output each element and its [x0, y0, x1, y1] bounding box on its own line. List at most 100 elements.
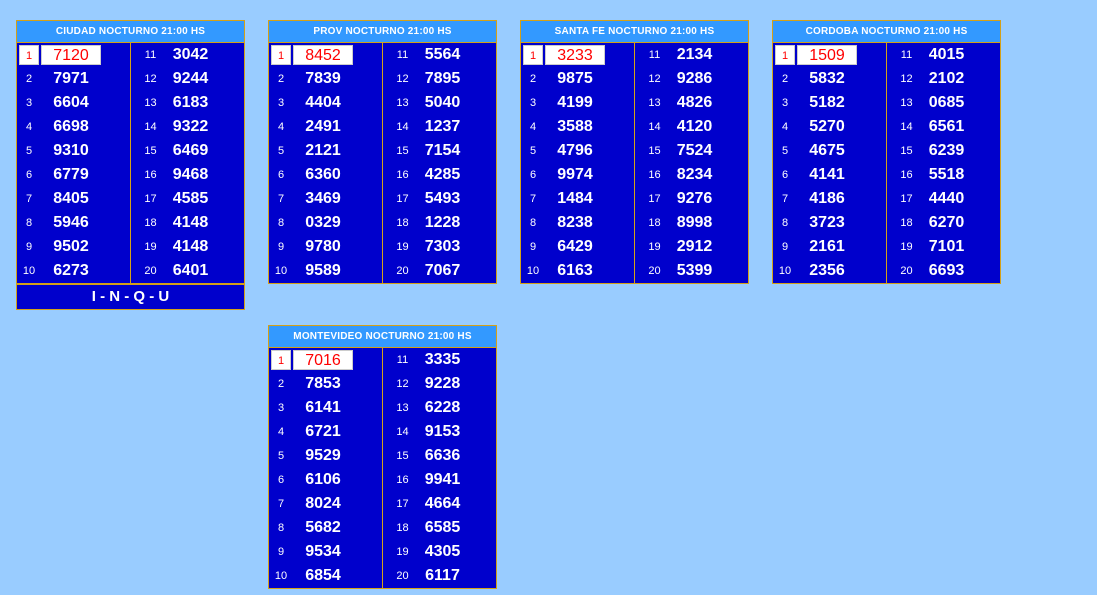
results-columns: 1 3233 2 9875 3 4199 4 3588 5 4796 6 9974 7 1484 8 8238… [521, 43, 748, 283]
result-row: 2 7839 [269, 67, 382, 91]
result-row: 11 5564 [383, 43, 497, 67]
result-row: 2 7853 [269, 372, 382, 396]
result-number: 5832 [809, 70, 845, 87]
position-label: 6 [277, 169, 285, 181]
result-row: 16 9941 [383, 468, 497, 492]
position-label: 11 [144, 49, 157, 61]
result-row: 20 6401 [131, 259, 245, 283]
position-label: 14 [648, 121, 661, 133]
result-number: 6117 [425, 567, 460, 584]
result-row: 16 8234 [635, 163, 749, 187]
position-label: 8 [781, 217, 789, 229]
result-row: 16 5518 [887, 163, 1001, 187]
inqu-link[interactable]: I - N - Q - U [16, 284, 245, 310]
result-row: 19 4148 [131, 235, 245, 259]
result-row: 11 4015 [887, 43, 1001, 67]
result-number: 5493 [424, 190, 461, 207]
position-label: 12 [396, 378, 409, 390]
result-number: 9589 [305, 262, 341, 279]
result-row: 8 5682 [269, 516, 382, 540]
position-label: 13 [648, 97, 661, 109]
result-row: 10 2356 [773, 259, 886, 283]
position-label: 14 [396, 426, 409, 438]
board-title: CIUDAD NOCTURNO 21:00 HS [17, 21, 244, 43]
first-prize-row: 1 8452 [269, 43, 382, 67]
result-row: 18 8998 [635, 211, 749, 235]
result-row: 8 8238 [521, 211, 634, 235]
result-row: 7 8024 [269, 492, 382, 516]
result-row: 3 6141 [269, 396, 382, 420]
result-number: 3588 [557, 118, 593, 135]
board-title: SANTA FE NOCTURNO 21:00 HS [521, 21, 748, 43]
results-column-left: 1 3233 2 9875 3 4199 4 3588 5 4796 6 9974 7 1484 8 8238… [521, 43, 635, 283]
board-cordoba: CORDOBA NOCTURNO 21:00 HS 1 1509 2 5832 3 5182… [772, 20, 1001, 284]
position-label: 14 [144, 121, 157, 133]
result-number: 1509 [797, 45, 857, 65]
result-number: 7303 [424, 238, 461, 255]
result-row: 2 5832 [773, 67, 886, 91]
result-number: 5564 [424, 46, 461, 63]
result-number: 3233 [545, 45, 605, 65]
result-number: 2491 [305, 118, 341, 135]
result-row: 14 6561 [887, 115, 1001, 139]
position-label: 15 [648, 145, 661, 157]
position-label: 7 [781, 193, 789, 205]
position-label: 17 [396, 193, 409, 205]
result-row: 18 1228 [383, 211, 497, 235]
position-label: 4 [277, 426, 285, 438]
position-label: 13 [396, 402, 409, 414]
position-label: 12 [396, 73, 409, 85]
result-number: 6561 [928, 118, 965, 135]
result-row: 15 6636 [383, 444, 497, 468]
position-label: 16 [900, 169, 913, 181]
result-number: 8238 [557, 214, 593, 231]
result-number: 7154 [424, 142, 461, 159]
result-row: 20 6693 [887, 259, 1001, 283]
result-number: 4285 [424, 166, 461, 183]
position-label: 10 [274, 265, 288, 277]
results-column-right: 11 4015 12 2102 13 0685 14 6561 15 6239 16 5518 17 44… [887, 43, 1001, 283]
result-row: 5 9529 [269, 444, 382, 468]
result-number: 4148 [172, 238, 209, 255]
result-row: 19 7303 [383, 235, 497, 259]
result-number: 7853 [305, 375, 341, 392]
result-row: 17 5493 [383, 187, 497, 211]
result-row: 18 6270 [887, 211, 1001, 235]
result-row: 14 1237 [383, 115, 497, 139]
result-row: 5 4796 [521, 139, 634, 163]
result-row: 4 6698 [17, 115, 130, 139]
position-label: 2 [277, 73, 285, 85]
results-columns: 1 7120 2 7971 3 6604 4 6698 5 9310 6 6779 7 8405 8 5946… [17, 43, 244, 283]
result-number: 4148 [172, 214, 209, 231]
position-label: 14 [396, 121, 409, 133]
result-row: 16 4285 [383, 163, 497, 187]
position-label: 10 [274, 570, 288, 582]
position-label: 3 [25, 97, 33, 109]
board-montevideo: MONTEVIDEO NOCTURNO 21:00 HS 1 7016 2 7853 3 6… [268, 325, 497, 589]
position-label: 15 [396, 145, 409, 157]
position-label: 4 [25, 121, 33, 133]
result-number: 7067 [424, 262, 461, 279]
position-label: 11 [900, 49, 913, 61]
result-number: 4664 [424, 495, 461, 512]
result-number: 9286 [676, 70, 713, 87]
result-row: 6 9974 [521, 163, 634, 187]
position-label: 5 [277, 450, 285, 462]
board-santa-fe: SANTA FE NOCTURNO 21:00 HS 1 3233 2 9875 3 419… [520, 20, 749, 284]
result-number: 6721 [305, 423, 341, 440]
position-label: 7 [277, 193, 285, 205]
result-number: 9875 [557, 70, 593, 87]
result-number: 9228 [424, 375, 461, 392]
result-number: 4826 [676, 94, 713, 111]
position-label: 15 [900, 145, 913, 157]
result-number: 5182 [809, 94, 845, 111]
result-number: 7839 [305, 70, 341, 87]
position-label: 4 [781, 121, 789, 133]
position-label: 19 [396, 241, 409, 253]
result-number: 2356 [809, 262, 845, 279]
result-number: 6239 [928, 142, 965, 159]
result-row: 7 3469 [269, 187, 382, 211]
position-label: 15 [396, 450, 409, 462]
result-row: 8 5946 [17, 211, 130, 235]
result-number: 8405 [53, 190, 89, 207]
